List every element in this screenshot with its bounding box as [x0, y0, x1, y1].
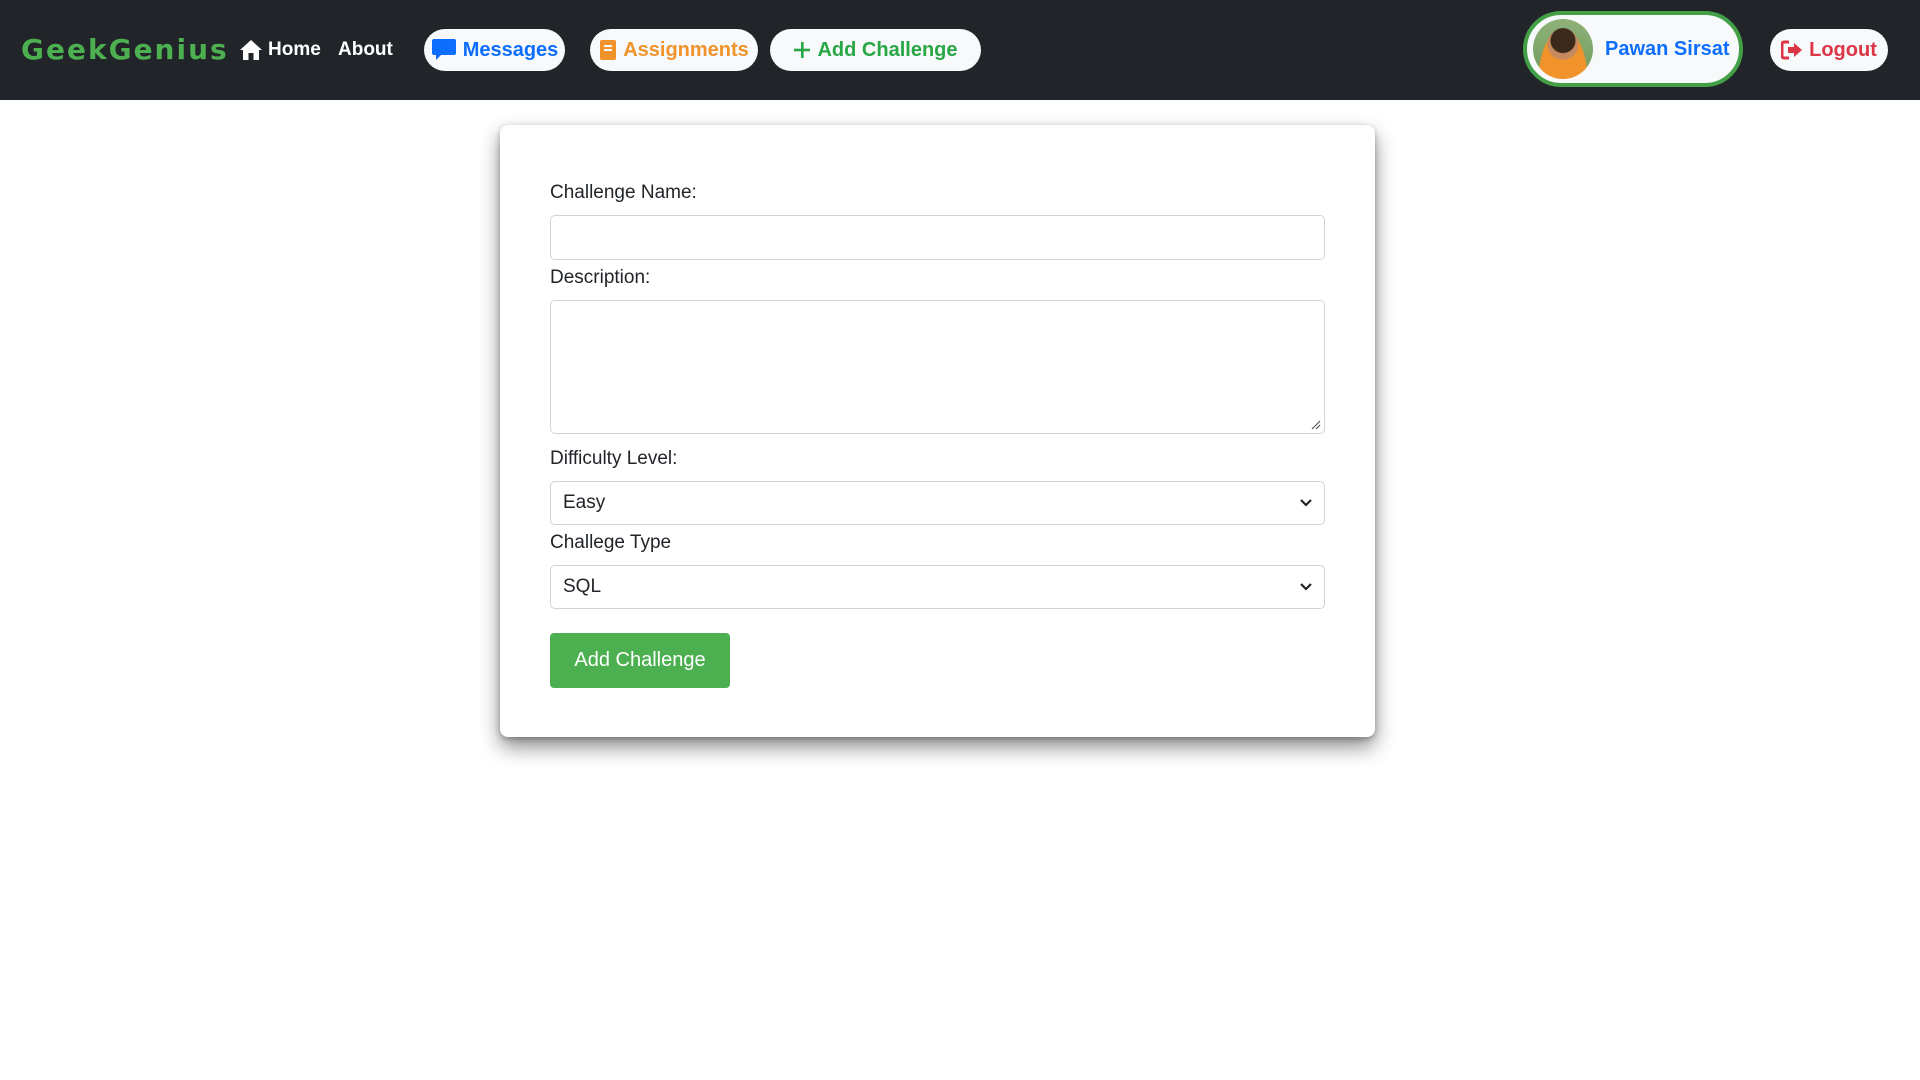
avatar: [1533, 19, 1593, 79]
nav-about-label: About: [338, 39, 393, 60]
brand-logo[interactable]: GeekGenius: [21, 30, 229, 70]
description-textarea[interactable]: [550, 300, 1325, 434]
add-challenge-nav-label: Add Challenge: [817, 38, 958, 61]
challenge-type-label: Challege Type: [550, 532, 672, 553]
plus-icon: [794, 42, 811, 58]
challenge-name-input[interactable]: [550, 215, 1325, 260]
resize-grip-icon[interactable]: [1311, 420, 1321, 430]
add-challenge-nav-button[interactable]: Add Challenge: [770, 29, 981, 71]
user-profile-button[interactable]: Pawan Sirsat: [1523, 11, 1743, 87]
description-label: Description:: [550, 267, 651, 288]
assignments-button[interactable]: Assignments: [590, 29, 758, 71]
difficulty-selected-value: Easy: [563, 492, 606, 513]
messages-button[interactable]: Messages: [424, 29, 565, 71]
challenge-type-select[interactable]: SQL: [550, 565, 1325, 609]
messages-label: Messages: [462, 38, 559, 61]
nav-home-link[interactable]: Home: [239, 36, 321, 64]
nav-home-label: Home: [268, 39, 321, 60]
add-challenge-submit-button[interactable]: Add Challenge: [550, 633, 730, 688]
chevron-down-icon: [1300, 583, 1312, 591]
top-navbar: GeekGenius Home About Messages Assignmen…: [0, 0, 1920, 100]
assignments-label: Assignments: [623, 38, 749, 61]
challenge-type-selected-value: SQL: [563, 576, 602, 597]
nav-about-link[interactable]: About: [338, 36, 393, 64]
book-icon: [600, 40, 617, 60]
home-icon: [240, 40, 262, 60]
difficulty-label: Difficulty Level:: [550, 448, 678, 469]
logout-label: Logout: [1809, 38, 1877, 61]
difficulty-select[interactable]: Easy: [550, 481, 1325, 525]
challenge-name-label: Challenge Name:: [550, 182, 697, 203]
logout-button[interactable]: Logout: [1770, 29, 1888, 71]
add-challenge-form: Challenge Name: Description: Difficulty …: [500, 125, 1375, 737]
chat-bubble-icon: [431, 39, 456, 60]
chevron-down-icon: [1300, 499, 1312, 507]
sign-out-icon: [1781, 40, 1803, 60]
user-name: Pawan Sirsat: [1605, 37, 1730, 60]
